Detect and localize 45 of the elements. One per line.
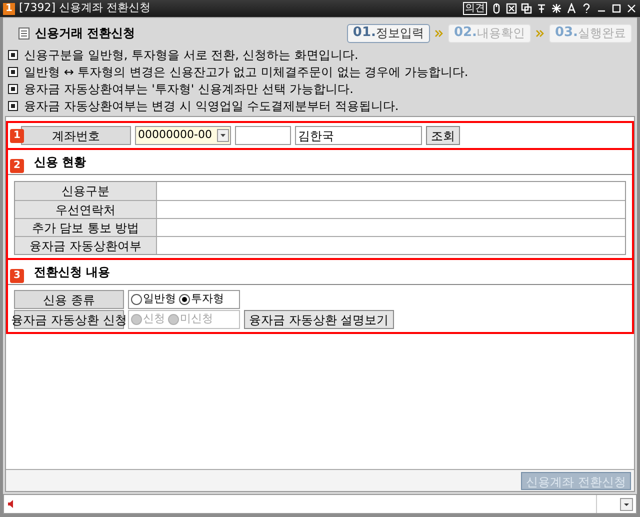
caret-icon	[217, 129, 229, 142]
note-text: 신용구분을 일반형, 투자형을 서로 전환, 신청하는 화면입니다.	[24, 46, 358, 64]
opinion-button[interactable]: 의견	[463, 2, 487, 15]
note-text: 융자금 자동상환여부는 '투자형' 신용계좌만 선택 가능합니다.	[24, 80, 354, 98]
row-header: 신용구분	[15, 182, 157, 200]
number-badge: 3	[10, 269, 24, 283]
section-title: 전환신청 내용	[34, 264, 110, 281]
window-title: [7392] 신용계좌 전환신청	[19, 0, 151, 16]
field-label: 신용 종류	[14, 290, 124, 309]
radio-option[interactable]: 일반형	[131, 291, 176, 308]
bullet-icon	[8, 66, 18, 76]
font-icon[interactable]	[566, 3, 577, 14]
chevron-icon	[434, 30, 443, 36]
maximize-icon[interactable]	[611, 3, 622, 14]
name-field[interactable]: 김한국	[295, 126, 422, 145]
radio-button[interactable]	[179, 294, 190, 305]
bullet-icon	[8, 100, 18, 110]
bullet-icon	[8, 84, 18, 94]
number-badge: 2	[10, 159, 24, 173]
help-icon[interactable]	[581, 3, 592, 14]
account-dropdown[interactable]: 00000000-00	[135, 126, 231, 145]
note-text: 일반형 ↔ 투자형의 변경은 신용잔고가 없고 미체결주문이 없는 경우에 가능합니다.	[24, 64, 468, 80]
note-text: 융자금 자동상환여부는 변경 시 익영업일 수도결제분부터 적용됩니다.	[24, 98, 399, 114]
document-icon	[18, 26, 30, 40]
password-field[interactable]	[235, 126, 291, 145]
page-title: 신용거래 전환신청	[35, 25, 136, 42]
number-badge: 1	[10, 129, 24, 143]
chevron-icon	[536, 30, 544, 36]
radio-option[interactable]: 투자형	[179, 291, 224, 308]
section-title: 신용 현황	[34, 154, 86, 171]
bullet-icon	[8, 50, 18, 60]
field-label: 융자금 자동상환 신청	[14, 310, 124, 329]
field-label: 계좌번호	[21, 126, 131, 145]
mouse-icon[interactable]	[491, 3, 502, 14]
row-header: 융자금 자동상환여부	[15, 237, 157, 254]
windows-icon[interactable]	[521, 3, 532, 14]
pin-icon[interactable]	[536, 3, 547, 14]
query-button[interactable]: 조회	[426, 126, 460, 145]
radio-button[interactable]	[131, 294, 142, 305]
window-number: 1	[3, 2, 15, 14]
row-header: 추가 담보 통보 방법	[15, 219, 157, 236]
asterisk-icon[interactable]	[551, 3, 562, 14]
row-header: 우선연락처	[15, 201, 157, 218]
close-box-icon[interactable]	[506, 3, 517, 14]
close-icon[interactable]	[626, 3, 637, 14]
